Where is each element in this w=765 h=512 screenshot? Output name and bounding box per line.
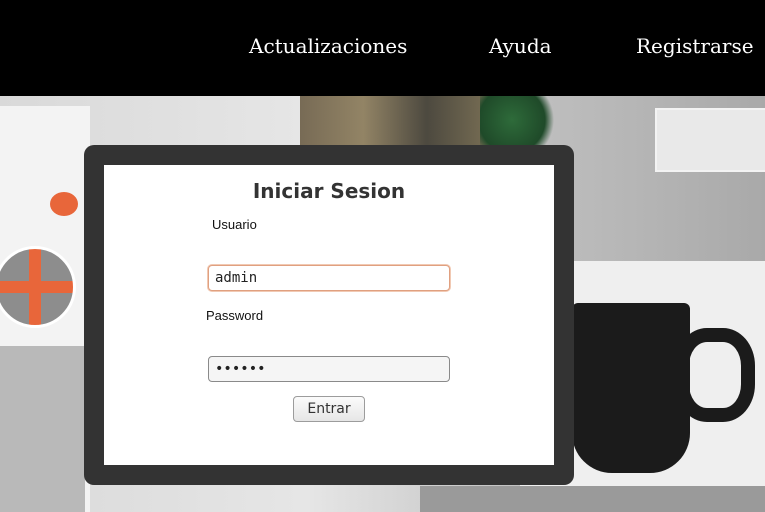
background-building-graphic (0, 346, 85, 512)
login-submit-button[interactable]: Entrar (293, 396, 365, 422)
background-picture-frame (655, 108, 765, 172)
background-laptop-base (420, 486, 765, 512)
login-form: Iniciar Sesion Usuario Password Entrar (104, 165, 554, 465)
username-input[interactable] (208, 265, 450, 291)
username-label: Usuario (212, 217, 257, 232)
password-input[interactable] (208, 356, 450, 382)
background-coffee-mug (572, 303, 690, 473)
password-label: Password (206, 308, 264, 323)
nav-link-updates[interactable]: Actualizaciones (249, 34, 407, 58)
background-bookshelf (300, 96, 490, 146)
top-navigation-bar: Actualizaciones Ayuda Registrarse (0, 0, 765, 96)
nav-link-help[interactable]: Ayuda (489, 34, 552, 58)
background-orange-dot (50, 192, 78, 216)
nav-link-register[interactable]: Registrarse (636, 34, 754, 58)
login-panel: Iniciar Sesion Usuario Password Entrar (84, 145, 574, 485)
login-title: Iniciar Sesion (252, 179, 406, 203)
